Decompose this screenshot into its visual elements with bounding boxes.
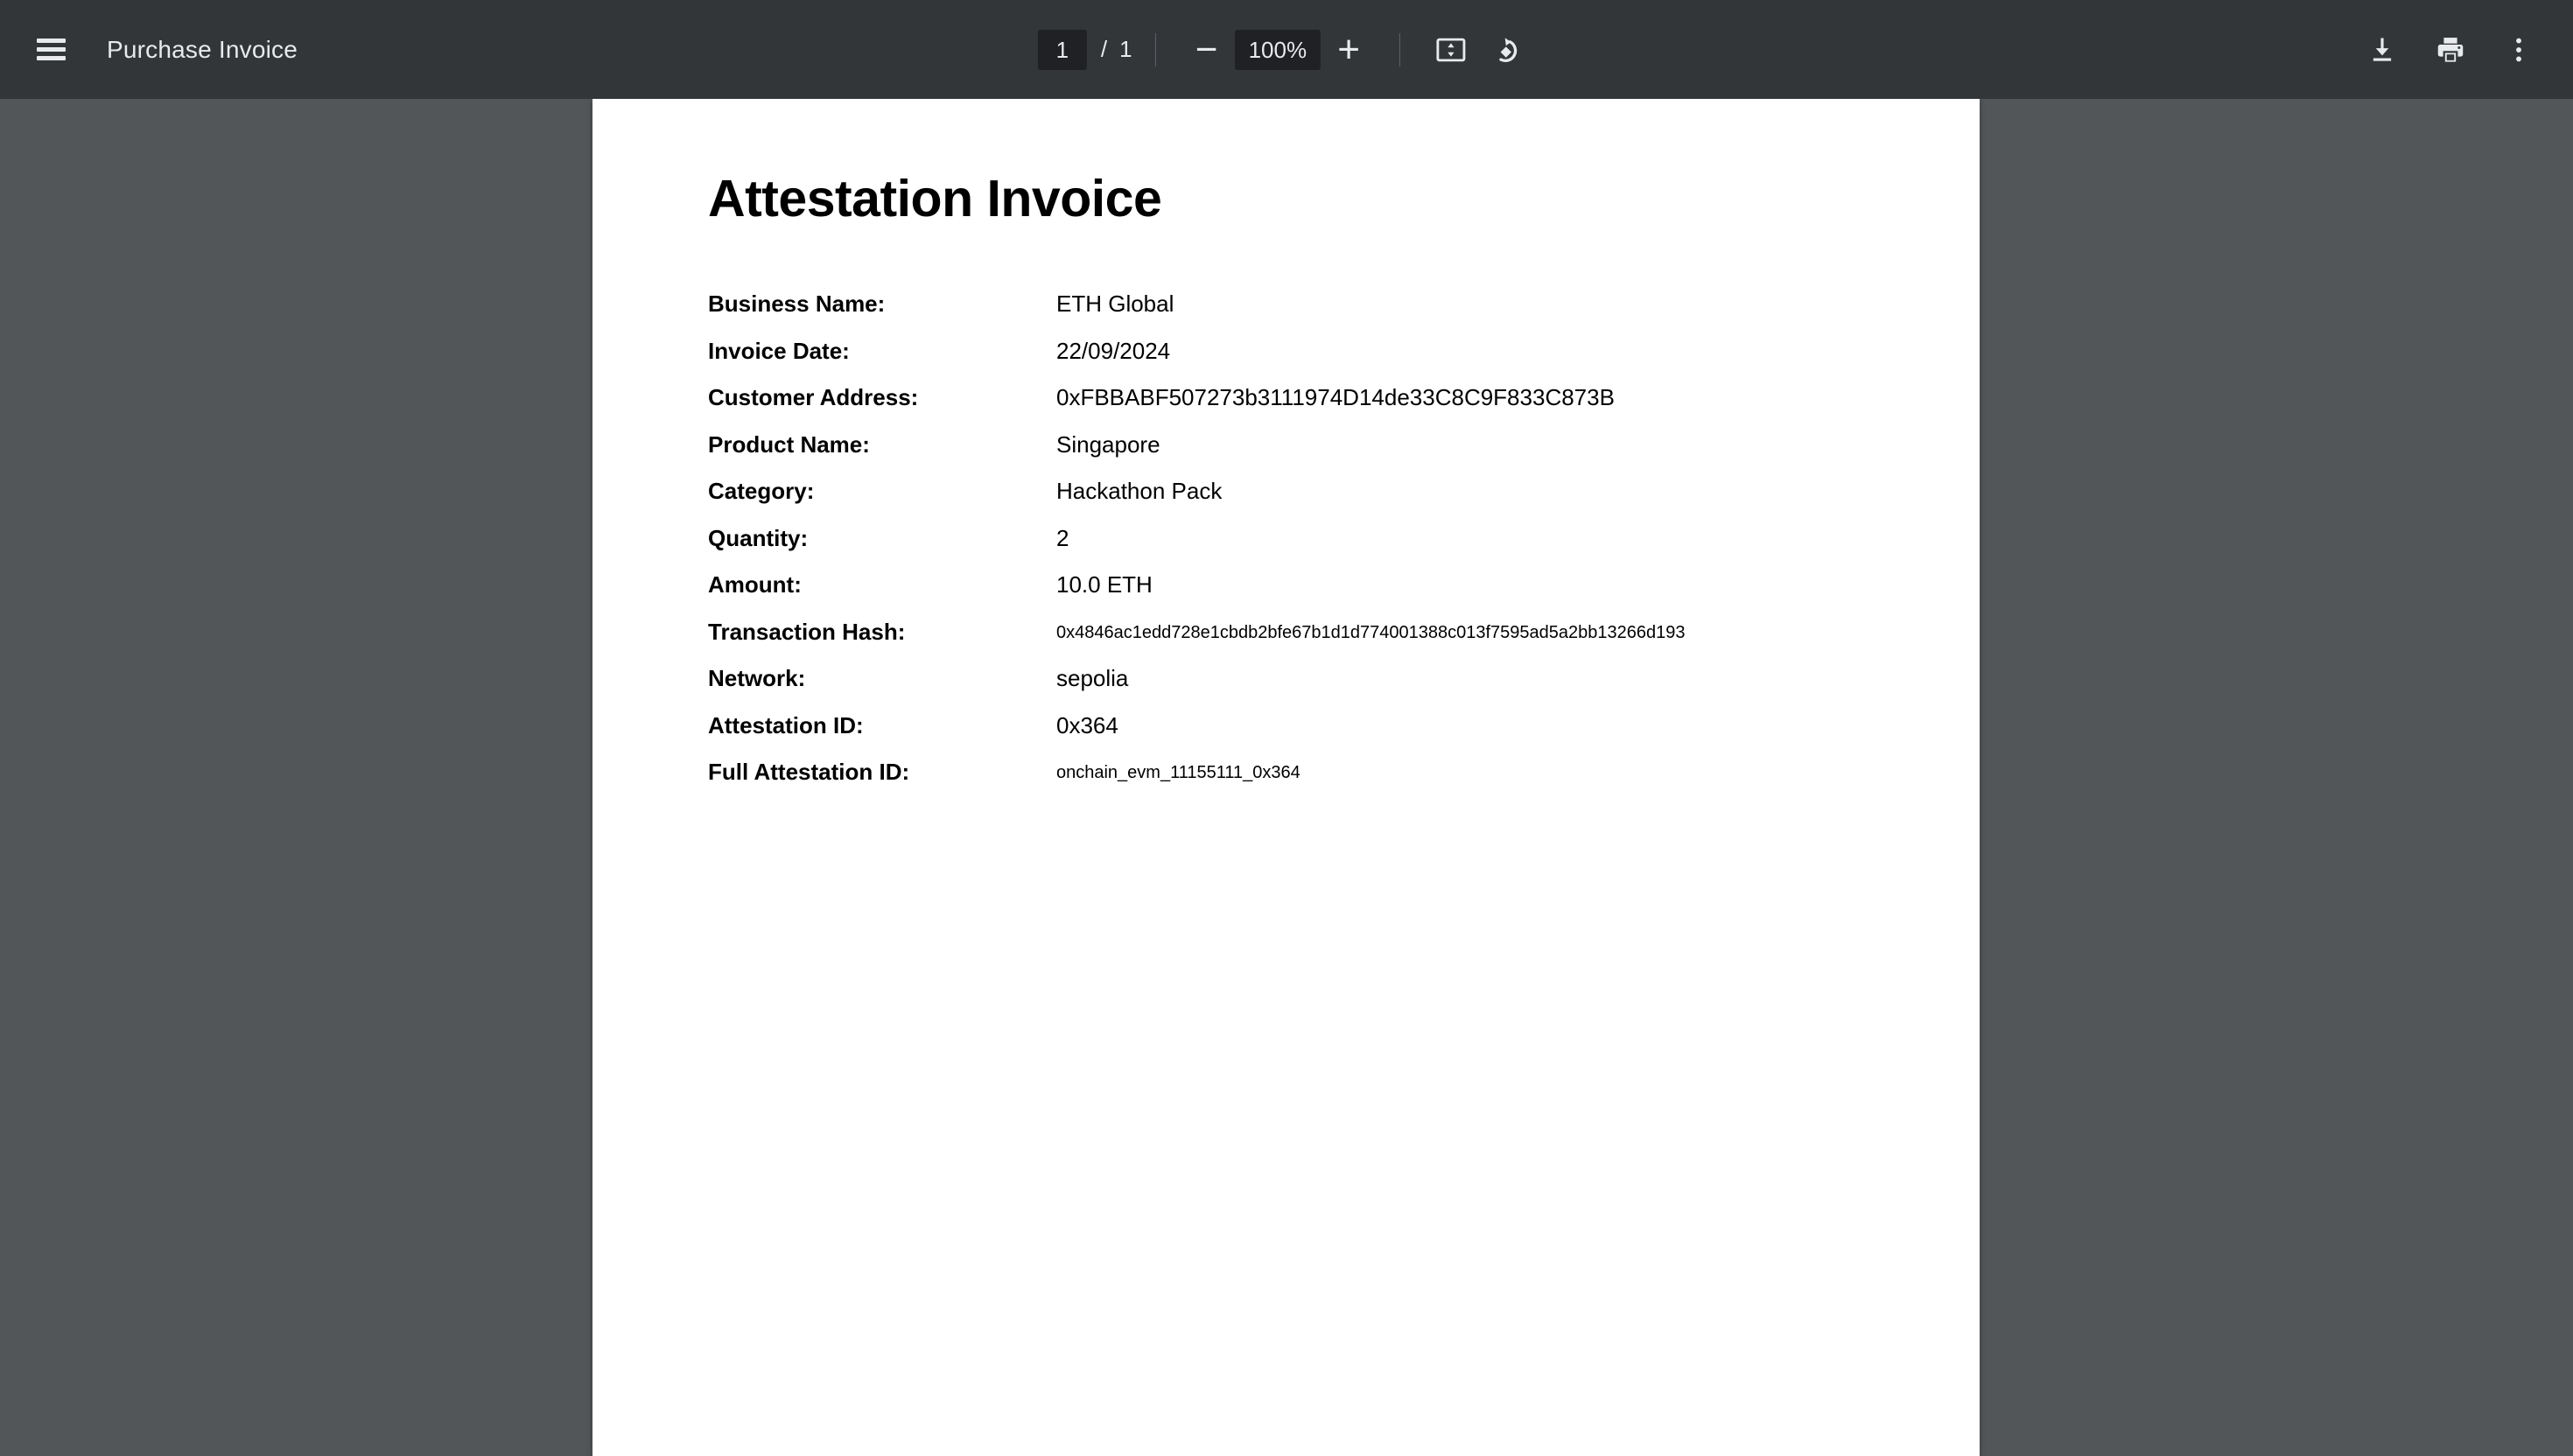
invoice-field-row: Attestation ID: 0x364: [708, 711, 1933, 759]
invoice-field-label: Quantity:: [708, 524, 809, 551]
pdf-page-1: Attestation Invoice Business Name: ETH Gl…: [592, 99, 1980, 1456]
invoice-field-row: Business Name: ETH Global: [708, 290, 1933, 337]
zoom-out-button[interactable]: −: [1179, 22, 1235, 78]
toolbar-left-group: Purchase Invoice: [0, 22, 298, 78]
invoice-field-label: Product Name:: [708, 430, 870, 458]
page-count-label: 1: [1119, 36, 1132, 62]
invoice-field-row: Amount: 10.0 ETH: [708, 570, 1933, 618]
invoice-field-row: Network: sepolia: [708, 664, 1933, 711]
toolbar-right-group: [2342, 0, 2547, 99]
invoice-field-value: 0xFBBABF507273b3111974D14de33C8C9F833C87…: [1056, 384, 1615, 410]
invoice-field-row: Quantity: 2: [708, 524, 1933, 571]
print-button[interactable]: [2422, 22, 2478, 78]
zoom-in-button[interactable]: +: [1321, 22, 1377, 78]
invoice-field-label: Transaction Hash:: [708, 618, 906, 645]
download-button[interactable]: [2354, 22, 2410, 78]
invoice-field-value: 22/09/2024: [1056, 337, 1171, 364]
invoice-field-row: Customer Address: 0xFBBABF507273b3111974D…: [708, 383, 1933, 430]
more-options-icon: [2516, 38, 2521, 61]
invoice-field-value: 0x4846ac1edd728e1cbdb2bfe67b1d1d77400138…: [1056, 622, 1686, 642]
invoice-heading: Attestation Invoice: [708, 170, 1162, 228]
toolbar-divider-2: [1399, 32, 1401, 66]
invoice-field-label: Invoice Date:: [708, 337, 850, 364]
invoice-field-value: 2: [1056, 524, 1069, 551]
download-icon: [2373, 38, 2392, 61]
invoice-field-row: Transaction Hash: 0x4846ac1edd728e1cbdb2b…: [708, 618, 1933, 665]
pdf-page-area[interactable]: Attestation Invoice Business Name: ETH Gl…: [0, 99, 2573, 1456]
minus-icon: −: [1195, 27, 1218, 71]
invoice-field-row: Invoice Date: 22/09/2024: [708, 337, 1933, 384]
invoice-field-row: Product Name: Singapore: [708, 430, 1933, 478]
invoice-field-value: Hackathon Pack: [1056, 478, 1223, 504]
invoice-field-row: Full Attestation ID: onchain_evm_11155111…: [708, 758, 1933, 805]
invoice-field-label: Business Name:: [708, 290, 886, 317]
more-options-button[interactable]: [2491, 22, 2547, 78]
invoice-field-label: Category:: [708, 478, 815, 504]
invoice-field-label: Customer Address:: [708, 384, 919, 410]
invoice-field-label: Full Attestation ID:: [708, 759, 910, 785]
pdf-viewer: Purchase Invoice / 1 − 100% +: [0, 0, 2573, 1456]
invoice-field-value: 0x364: [1056, 711, 1118, 738]
toolbar-center-group: / 1 − 100% +: [1037, 0, 1535, 99]
fit-to-page-icon: [1436, 38, 1466, 61]
invoice-field-value: Singapore: [1056, 430, 1160, 458]
print-icon: [2437, 37, 2464, 62]
hamburger-menu-icon: [36, 38, 66, 60]
rotate-counterclockwise-icon: [1499, 37, 1518, 62]
invoice-field-label: Attestation ID:: [708, 711, 864, 738]
page-separator: /: [1100, 36, 1108, 62]
invoice-field-row: Category: Hackathon Pack: [708, 477, 1933, 524]
invoice-field-value: onchain_evm_11155111_0x364: [1056, 763, 1301, 782]
toolbar-divider-1: [1154, 32, 1156, 66]
zoom-level-display[interactable]: 100%: [1234, 29, 1322, 70]
invoice-field-label: Amount:: [708, 571, 802, 598]
rotate-counterclockwise-button[interactable]: [1479, 22, 1535, 78]
invoice-field-value: ETH Global: [1056, 290, 1174, 317]
fit-to-page-button[interactable]: [1423, 22, 1479, 78]
document-title: Purchase Invoice: [107, 35, 298, 63]
hamburger-menu-button[interactable]: [23, 22, 79, 78]
invoice-field-list: Business Name: ETH Global Invoice Date: 22/…: [708, 290, 1933, 805]
page-number-input[interactable]: [1037, 29, 1087, 70]
invoice-field-value: 10.0 ETH: [1056, 571, 1153, 598]
invoice-field-value: sepolia: [1056, 665, 1129, 691]
invoice-field-label: Network:: [708, 665, 806, 691]
plus-icon: +: [1337, 27, 1360, 71]
pdf-toolbar: Purchase Invoice / 1 − 100% +: [0, 0, 2573, 99]
